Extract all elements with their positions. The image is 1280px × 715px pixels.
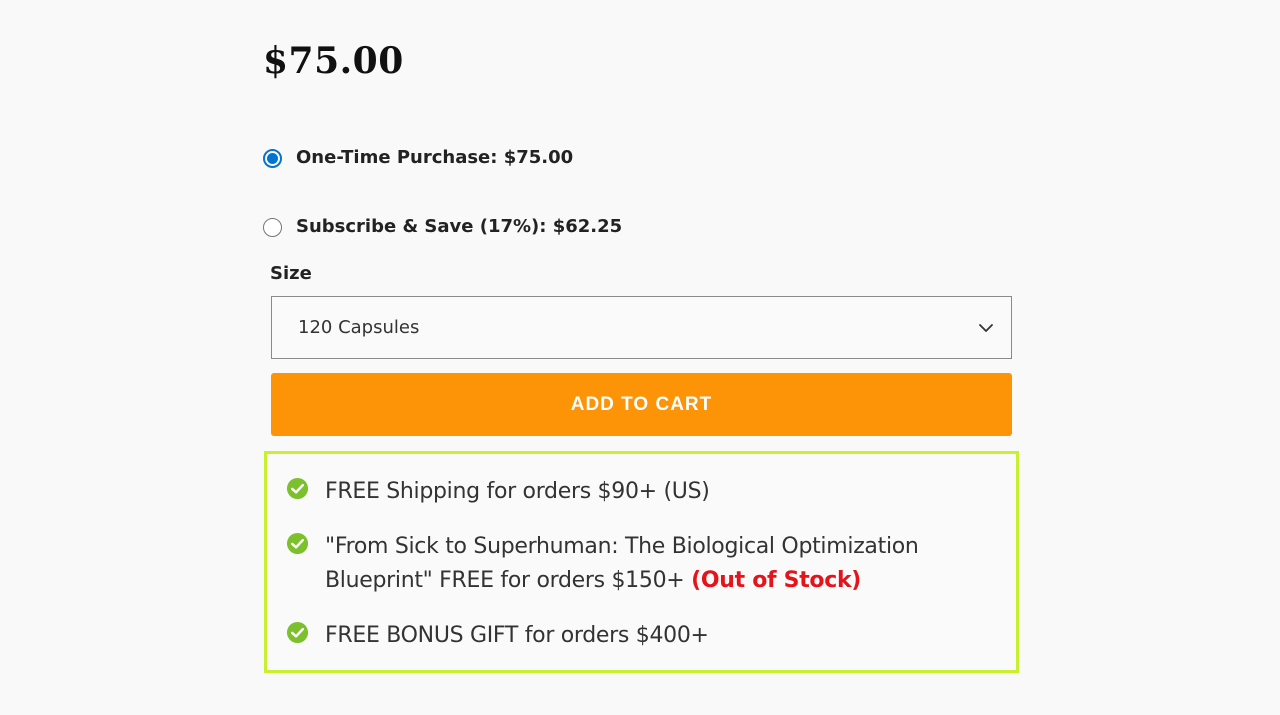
out-of-stock-badge: (Out of Stock) [691,568,862,593]
check-circle-icon [286,621,309,644]
subscribe-save-label: Subscribe & Save (17%): $62.25 [296,215,623,237]
one-time-purchase-option[interactable]: One-Time Purchase: $75.00 [263,146,573,168]
perk-item: FREE Shipping for orders $90+ (US) [286,475,945,509]
subscribe-save-radio[interactable] [263,218,282,237]
perk-item: FREE BONUS GIFT for orders $400+ [286,619,945,653]
chevron-down-icon [979,324,993,332]
size-label: Size [270,263,312,284]
perk-text: FREE Shipping for orders $90+ (US) [325,479,710,504]
one-time-purchase-label: One-Time Purchase: $75.00 [296,146,574,168]
subscribe-save-option[interactable]: Subscribe & Save (17%): $62.25 [263,215,622,237]
perk-text-wrapper: "From Sick to Superhuman: The Biological… [325,530,945,598]
perks-box: FREE Shipping for orders $90+ (US) "From… [264,451,1019,673]
one-time-purchase-radio[interactable] [263,149,282,168]
check-circle-icon [286,532,309,555]
add-to-cart-button[interactable]: ADD TO CART [271,373,1012,436]
perk-item: "From Sick to Superhuman: The Biological… [286,530,945,598]
perk-text: FREE BONUS GIFT for orders $400+ [325,623,709,648]
check-circle-icon [286,477,309,500]
product-price: $75.00 [263,40,404,82]
size-select[interactable]: 120 Capsules [271,296,1012,359]
size-select-value: 120 Capsules [298,317,420,338]
